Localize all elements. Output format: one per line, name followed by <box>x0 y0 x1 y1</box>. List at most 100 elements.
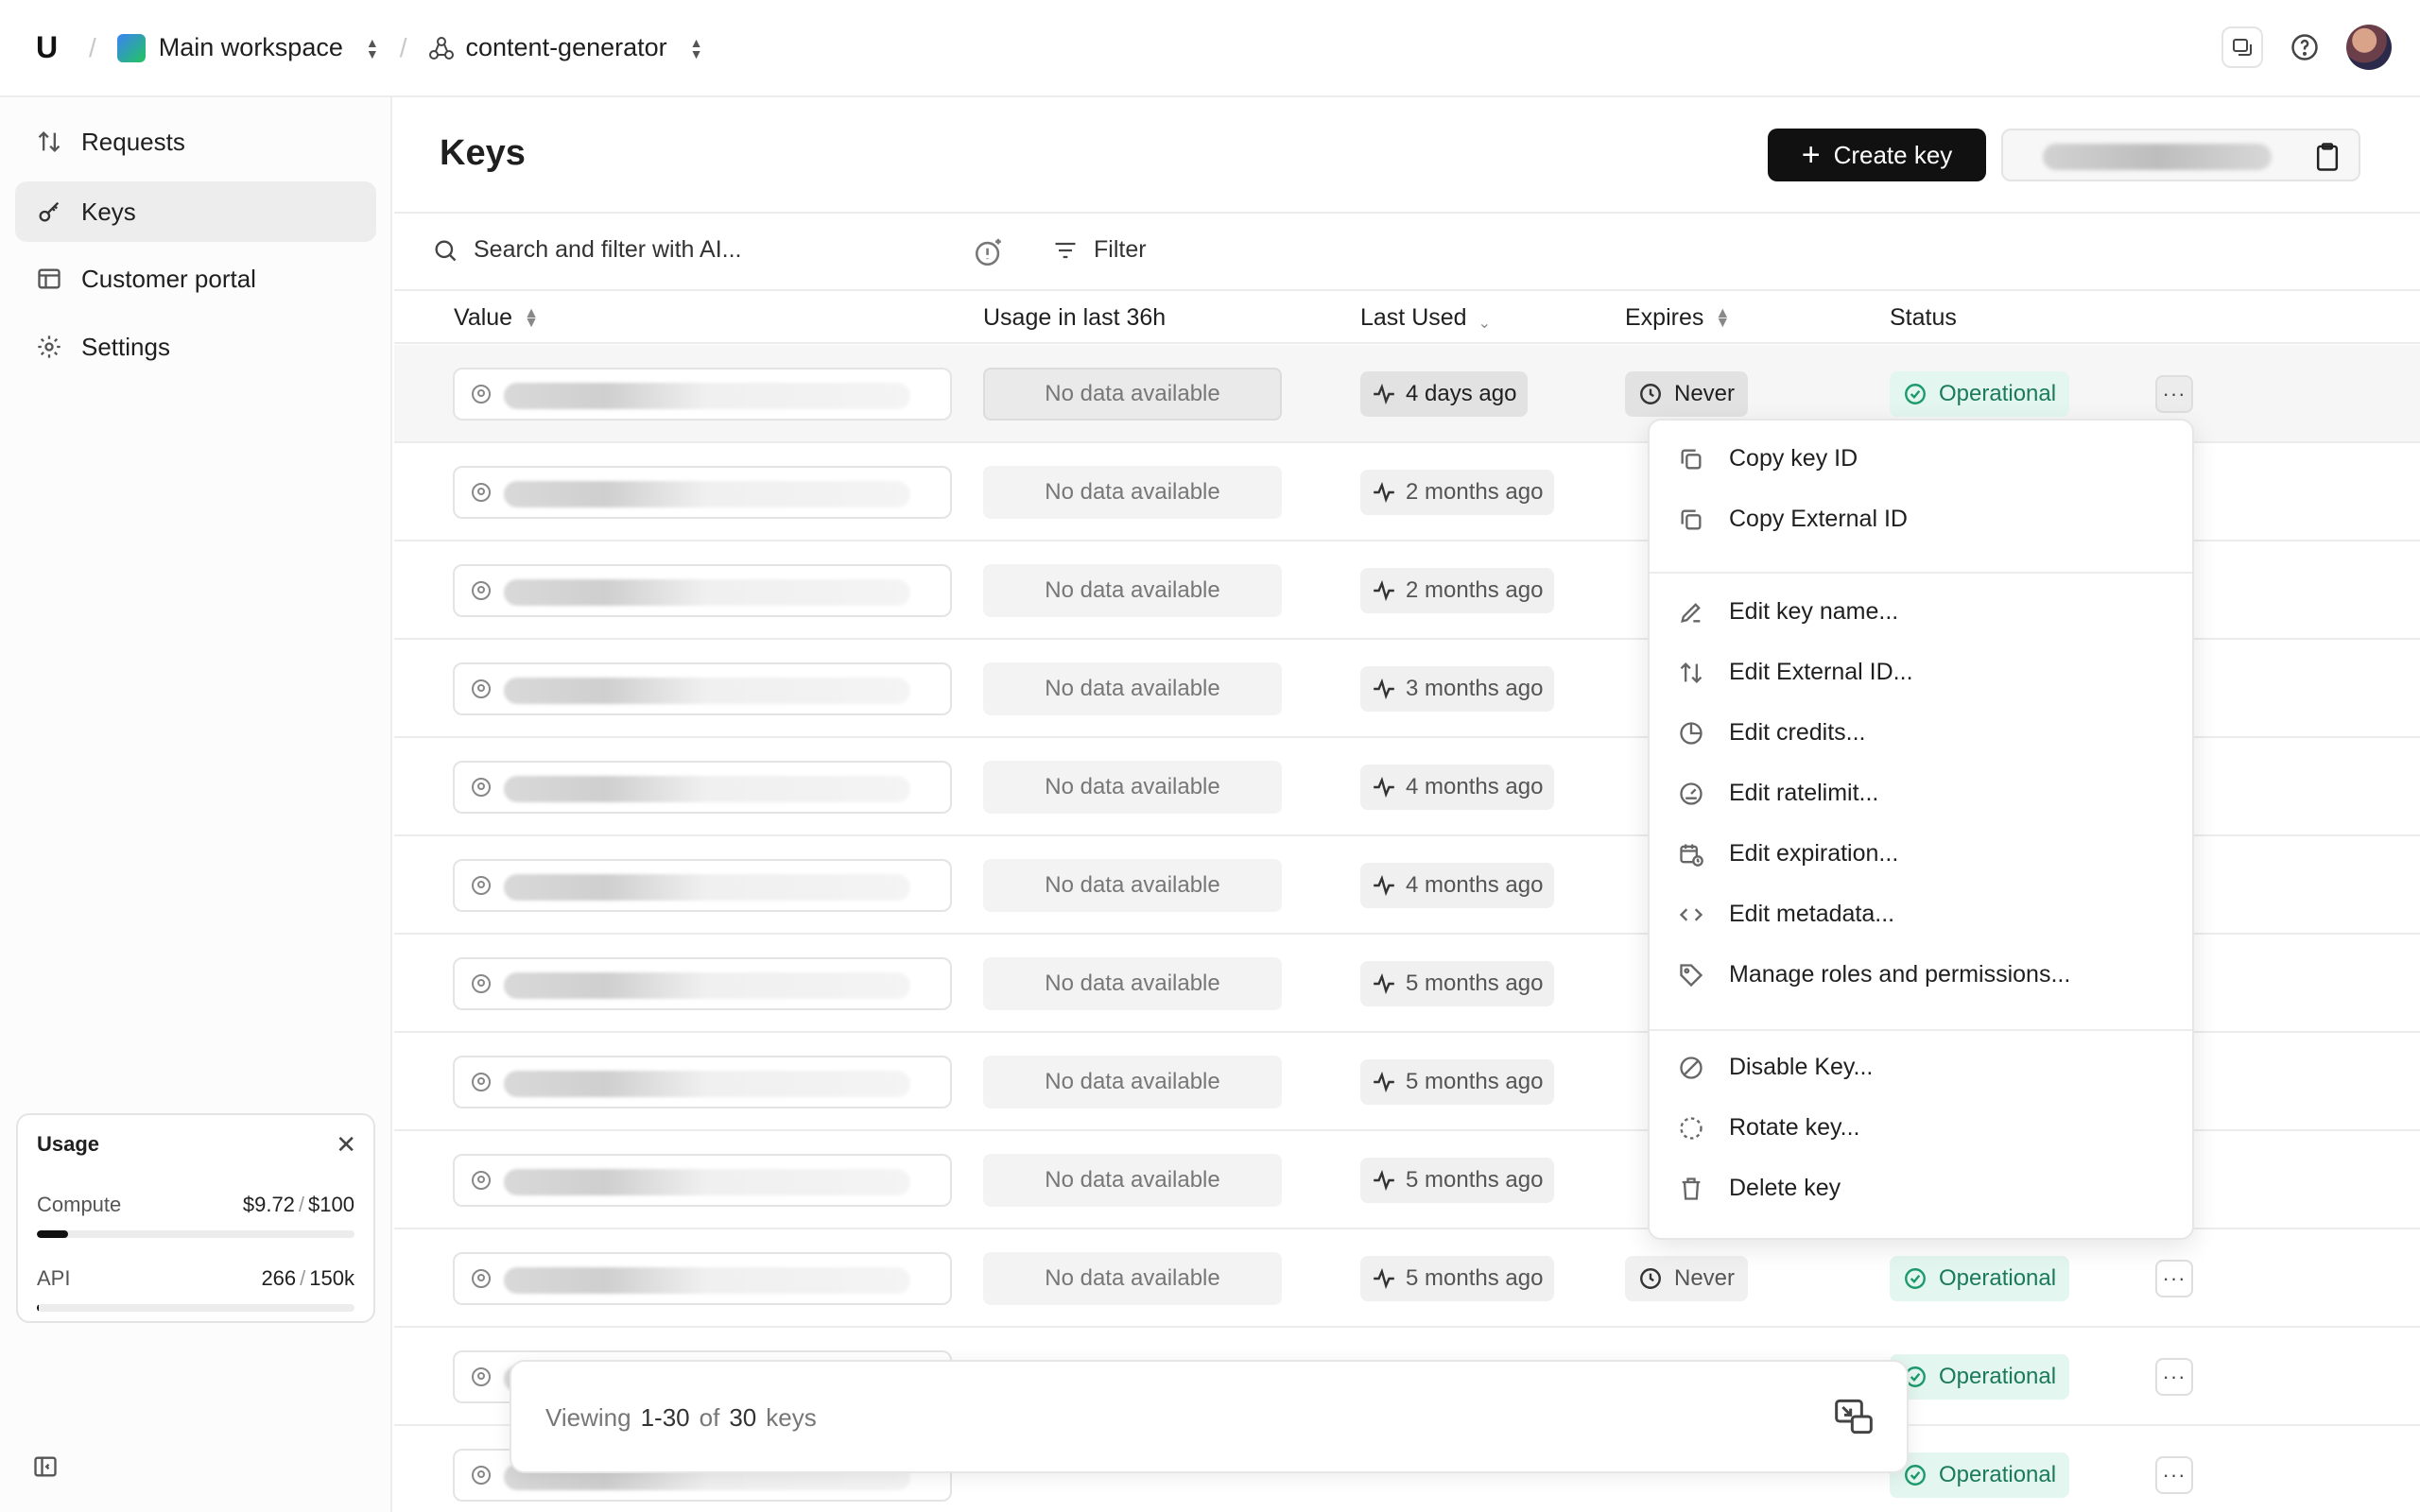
trash-icon <box>1682 1177 1701 1200</box>
last-used-badge: 5 months ago <box>1360 1158 1555 1203</box>
menu-item-edit-key-name[interactable]: Edit key name... <box>1678 598 1898 626</box>
key-actions-menu: Copy key ID Copy External ID Edit key na… <box>1648 419 2194 1240</box>
eye-icon[interactable] <box>470 972 493 995</box>
sidebar-collapse-icon[interactable] <box>32 1453 59 1480</box>
copy-icon <box>1681 449 1702 469</box>
page-title: Keys <box>440 133 526 173</box>
last-used-badge: 3 months ago <box>1360 666 1555 712</box>
pie-chart-icon <box>1680 721 1703 745</box>
column-header-usage: Usage in last 36h <box>983 304 1167 331</box>
eye-icon[interactable] <box>470 1071 493 1093</box>
key-value-field[interactable] <box>453 761 952 814</box>
clipboard-icon[interactable] <box>2313 142 2342 172</box>
key-value-field[interactable] <box>453 859 952 912</box>
eye-icon[interactable] <box>470 481 493 504</box>
column-header-value[interactable]: Value ▲ ▼ <box>454 304 539 332</box>
eye-icon[interactable] <box>470 678 493 700</box>
search-input[interactable]: Search and filter with AI... <box>432 236 741 264</box>
usage-empty: No data available <box>983 957 1282 1010</box>
eye-icon[interactable] <box>470 1267 493 1290</box>
gauge-icon <box>1680 782 1703 805</box>
eye-icon[interactable] <box>470 1366 493 1388</box>
activity-icon <box>1374 579 1394 602</box>
menu-item-edit-ratelimit[interactable]: Edit ratelimit... <box>1678 780 1878 807</box>
app-logo[interactable]: U <box>36 30 68 65</box>
eye-icon[interactable] <box>470 1464 493 1486</box>
sidebar-item-customer-portal[interactable]: Customer portal <box>15 249 376 309</box>
masked-key-value <box>504 874 910 901</box>
usage-empty: No data available <box>983 1154 1282 1207</box>
sidebar-item-label: Keys <box>81 197 136 226</box>
menu-item-manage-roles[interactable]: Manage roles and permissions... <box>1678 961 2070 988</box>
menu-item-delete-key[interactable]: Delete key <box>1678 1175 1841 1202</box>
avatar[interactable] <box>2346 25 2392 70</box>
tag-icon <box>1680 963 1703 987</box>
ai-sparkle-icon[interactable] <box>973 236 1005 268</box>
key-value-field[interactable] <box>453 368 952 421</box>
activity-icon <box>1374 972 1394 995</box>
pagination-summary: Viewing 1-30 of 30 keys <box>510 1360 1909 1473</box>
menu-item-disable-key[interactable]: Disable Key... <box>1678 1054 1873 1081</box>
eye-icon[interactable] <box>470 383 493 405</box>
table-row[interactable]: No data available 5 months ago Never Operat… <box>394 1229 2420 1328</box>
eye-icon[interactable] <box>470 579 493 602</box>
usage-empty: No data available <box>983 466 1282 519</box>
project-switcher[interactable]: content-generator <box>466 33 667 62</box>
key-value-field[interactable] <box>453 1252 952 1305</box>
usage-title: Usage <box>37 1132 100 1156</box>
minimize-icon[interactable] <box>1833 1398 1875 1435</box>
key-value-field[interactable] <box>453 564 952 617</box>
row-actions-button[interactable]: ··· <box>2155 1260 2193 1297</box>
sidebar-item-keys[interactable]: Keys <box>15 181 376 242</box>
row-actions-button[interactable]: ··· <box>2155 1358 2193 1396</box>
row-actions-button[interactable]: ··· <box>2155 375 2193 413</box>
menu-item-copy-key-id[interactable]: Copy key ID <box>1678 445 1858 472</box>
key-value-field[interactable] <box>453 1056 952 1108</box>
sidebar-item-settings[interactable]: Settings <box>15 317 376 377</box>
masked-key-value <box>504 972 910 999</box>
menu-item-edit-external-id[interactable]: Edit External ID... <box>1678 659 1913 686</box>
last-used-badge: 4 months ago <box>1360 863 1555 908</box>
column-header-last-used[interactable]: Last Used ⌄ <box>1360 304 1491 332</box>
chevron-updown-icon[interactable]: ▲ ▼ <box>690 36 703 60</box>
masked-key-value <box>504 776 910 802</box>
ban-icon <box>1680 1056 1703 1079</box>
menu-item-edit-credits[interactable]: Edit credits... <box>1678 719 1866 747</box>
usage-empty: No data available <box>983 859 1282 912</box>
column-header-expires[interactable]: Expires ▲ ▼ <box>1625 304 1730 332</box>
create-key-button[interactable]: + Create key <box>1768 129 1986 181</box>
root-key-field[interactable] <box>2001 129 2360 181</box>
sidebar-item-requests[interactable]: Requests <box>15 112 376 172</box>
masked-key-value <box>504 481 910 507</box>
feedback-button[interactable] <box>2221 26 2263 68</box>
filter-button[interactable]: Filter <box>1052 236 1147 264</box>
row-actions-button[interactable]: ··· <box>2155 1456 2193 1494</box>
key-value-field[interactable] <box>453 1154 952 1207</box>
menu-item-rotate-key[interactable]: Rotate key... <box>1678 1114 1860 1142</box>
masked-key-value <box>504 678 910 704</box>
menu-item-copy-external-id[interactable]: Copy External ID <box>1678 506 1908 533</box>
expires-badge: Never <box>1625 1256 1749 1301</box>
status-badge: Operational <box>1890 1452 2070 1498</box>
compute-progress <box>37 1230 354 1238</box>
menu-item-edit-metadata[interactable]: Edit metadata... <box>1678 901 1894 928</box>
activity-icon <box>1374 481 1394 504</box>
clock-icon <box>1640 1268 1661 1289</box>
masked-key-value <box>504 1267 910 1294</box>
eye-icon[interactable] <box>470 776 493 799</box>
workspace-switcher[interactable]: Main workspace <box>159 33 343 62</box>
key-value-field[interactable] <box>453 957 952 1010</box>
eye-icon[interactable] <box>470 874 493 897</box>
table-header: Value ▲ ▼ Usage in last 36h Last Used ⌄ Exp… <box>394 291 2420 344</box>
key-value-field[interactable] <box>453 662 952 715</box>
chevron-updown-icon[interactable]: ▲ ▼ <box>366 36 379 60</box>
close-icon[interactable]: ✕ <box>336 1130 356 1160</box>
check-circle-icon <box>1905 384 1926 404</box>
key-value-field[interactable] <box>453 466 952 519</box>
rotate-icon <box>1680 1116 1703 1140</box>
menu-divider <box>1650 1029 2192 1031</box>
help-button[interactable] <box>2284 26 2325 68</box>
menu-item-edit-expiration[interactable]: Edit expiration... <box>1678 840 1898 868</box>
eye-icon[interactable] <box>470 1169 493 1192</box>
status-badge: Operational <box>1890 1354 2070 1400</box>
